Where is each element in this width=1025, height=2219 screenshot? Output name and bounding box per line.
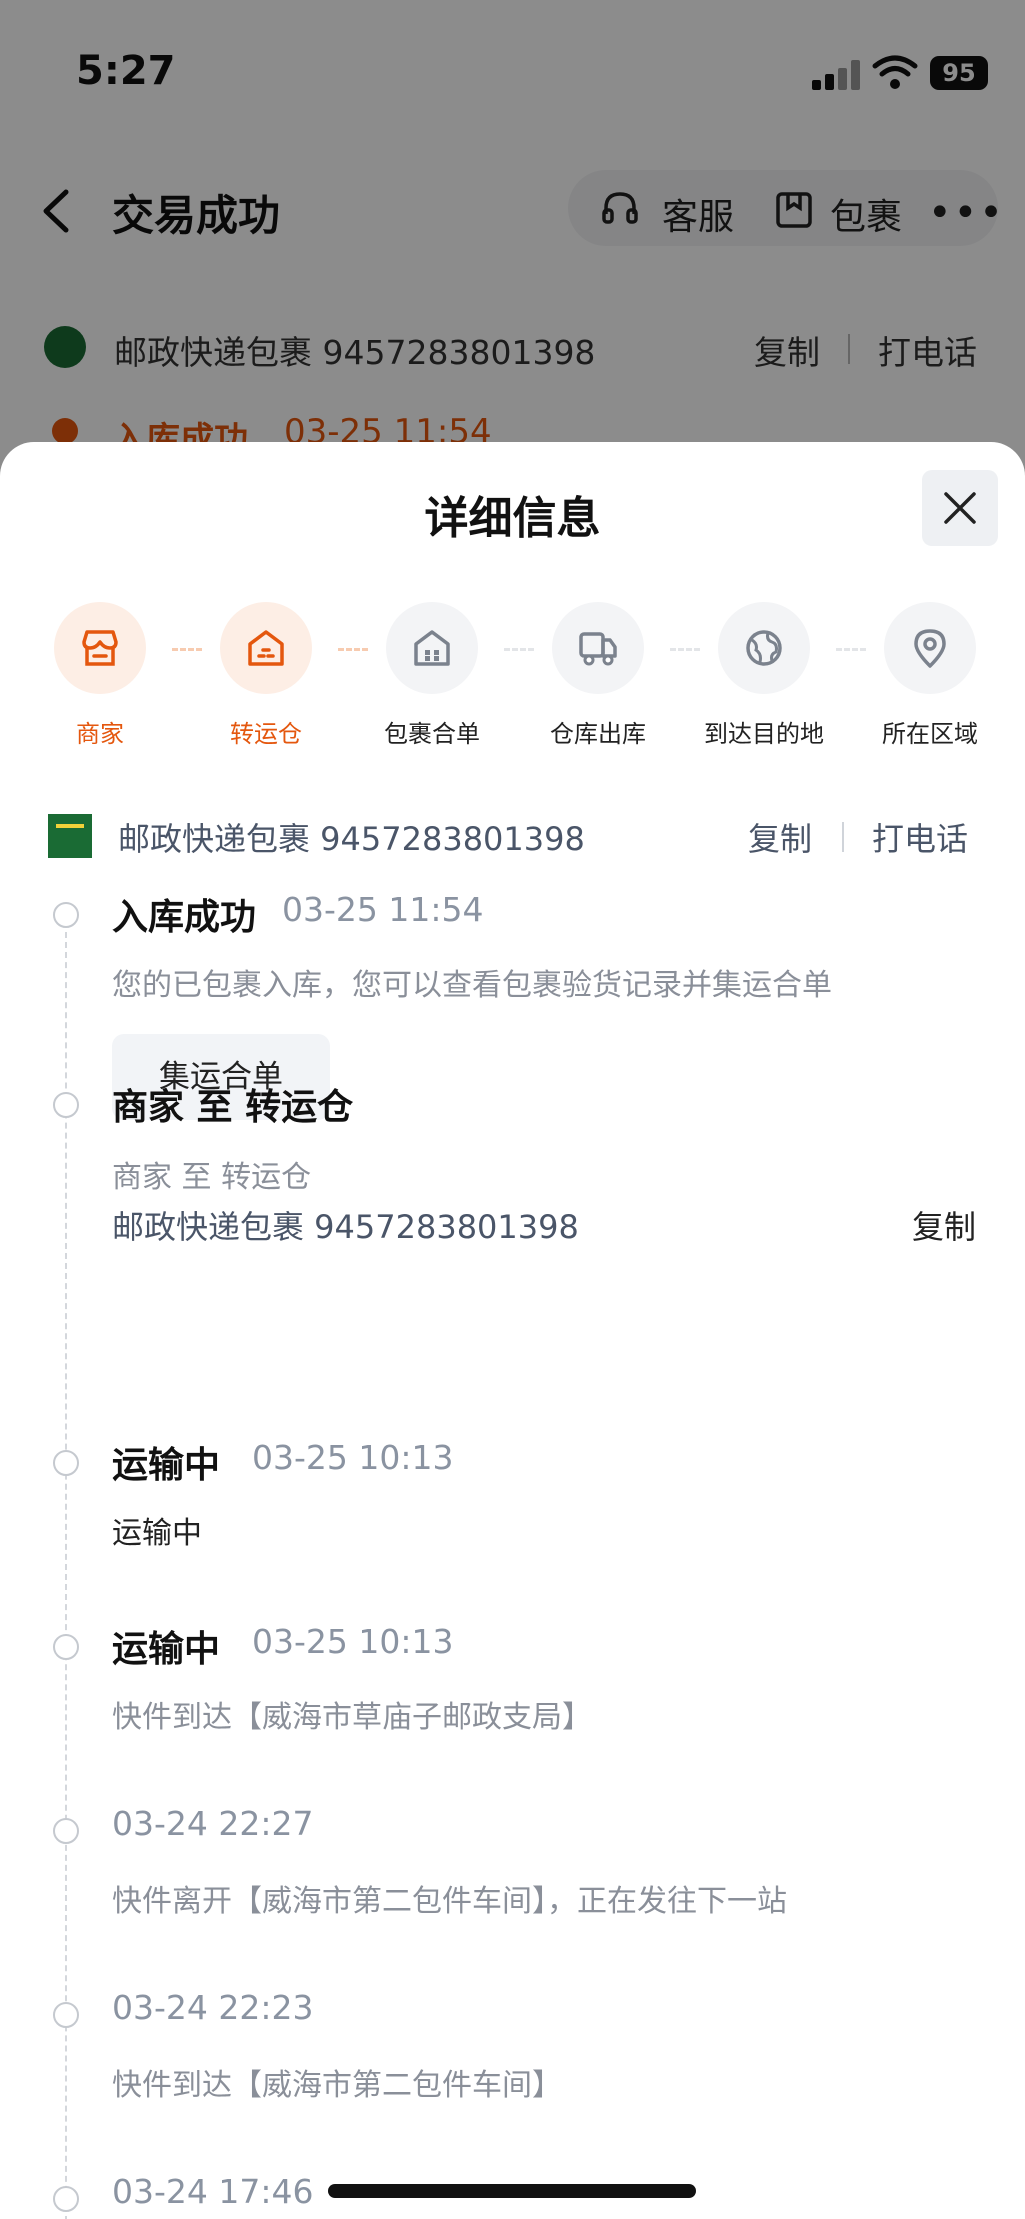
timeline-dot-icon bbox=[53, 2002, 79, 2028]
timeline-title: 入库成功 bbox=[112, 897, 257, 938]
timeline-description: 您的已包裹入库，您可以查看包裹验货记录并集运合单 bbox=[112, 968, 832, 1003]
timeline-time: 03-24 22:23 bbox=[112, 1988, 314, 2027]
timeline-title: 运输中 bbox=[112, 1629, 221, 1670]
timeline-time: 03-24 17:46 bbox=[112, 2172, 314, 2211]
timeline-description: 商家 至 转运仓 bbox=[112, 1160, 312, 1195]
timeline-time: 03-25 10:13 bbox=[252, 1438, 454, 1477]
timeline-time: 03-25 11:54 bbox=[282, 890, 484, 929]
logistics-steps: 商家 转运仓 包裹合单 仓库出库 到达目的地 所在区域 bbox=[20, 602, 1010, 748]
timeline-description: 快件离开【威海市第二包件车间】，正在发往下一站 bbox=[112, 1884, 787, 1919]
step-label: 仓库出库 bbox=[550, 720, 646, 748]
step-label: 所在区域 bbox=[882, 720, 978, 748]
location-pin-icon bbox=[914, 629, 946, 668]
timeline-dot-icon bbox=[53, 902, 79, 928]
step-label: 转运仓 bbox=[230, 720, 302, 748]
timeline-description: 运输中 bbox=[112, 1516, 202, 1551]
step-label: 到达目的地 bbox=[704, 720, 824, 748]
timeline-description: 快件到达【威海市草庙子邮政支局】 bbox=[112, 1700, 592, 1735]
home-indicator bbox=[328, 2184, 696, 2198]
timeline-time: 03-25 10:13 bbox=[252, 1622, 454, 1661]
timeline-title: 运输中 bbox=[112, 1445, 221, 1486]
globe-icon bbox=[746, 630, 782, 666]
tracking-timeline: 入库成功 03-25 11:54 您的已包裹入库，您可以查看包裹验货记录并集运合单集… bbox=[0, 890, 1025, 2219]
truck-icon bbox=[579, 632, 617, 666]
step-region: 所在区域 bbox=[850, 602, 1010, 748]
timeline-copy-button[interactable]: 复制 bbox=[912, 1202, 976, 1248]
step-label: 包裹合单 bbox=[384, 720, 480, 748]
copy-button[interactable]: 复制 bbox=[748, 814, 812, 860]
timeline-tracking-number: 邮政快递包裹 9457283801398 bbox=[112, 1208, 579, 1246]
step-transit-warehouse: 转运仓 bbox=[186, 602, 346, 748]
package-merge-icon bbox=[414, 630, 450, 666]
timeline-dot-icon bbox=[53, 2186, 79, 2212]
timeline-dot-icon bbox=[53, 1818, 79, 1844]
store-icon bbox=[82, 630, 118, 666]
step-package-merge: 包裹合单 bbox=[352, 602, 512, 748]
timeline-title: 商家 至 转运仓 bbox=[112, 1087, 354, 1128]
warehouse-icon bbox=[248, 630, 284, 666]
timeline-description: 快件到达【威海市第二包件车间】 bbox=[112, 2068, 562, 2103]
step-label: 商家 bbox=[76, 720, 124, 748]
step-merchant: 商家 bbox=[20, 602, 180, 748]
call-button[interactable]: 打电话 bbox=[872, 814, 968, 860]
close-icon bbox=[944, 492, 976, 524]
tracking-number-text: 邮政快递包裹 9457283801398 bbox=[118, 820, 585, 858]
sheet-title: 详细信息 bbox=[424, 493, 601, 544]
postal-logo-icon bbox=[48, 814, 92, 858]
detail-bottom-sheet: 详细信息 商家 转运仓 包裹合单 仓库出库 到达目的地 所在区域 邮政快递包裹 … bbox=[0, 442, 1025, 2219]
timeline-time: 03-24 22:27 bbox=[112, 1804, 314, 1843]
close-button[interactable] bbox=[922, 470, 998, 546]
timeline-dot-icon bbox=[53, 1092, 79, 1118]
step-warehouse-out: 仓库出库 bbox=[518, 602, 678, 748]
step-destination: 到达目的地 bbox=[684, 602, 844, 748]
tracking-row: 邮政快递包裹 9457283801398 复制 打电话 bbox=[48, 810, 978, 870]
timeline-dot-icon bbox=[53, 1634, 79, 1660]
divider bbox=[842, 822, 844, 852]
timeline-dot-icon bbox=[53, 1450, 79, 1476]
